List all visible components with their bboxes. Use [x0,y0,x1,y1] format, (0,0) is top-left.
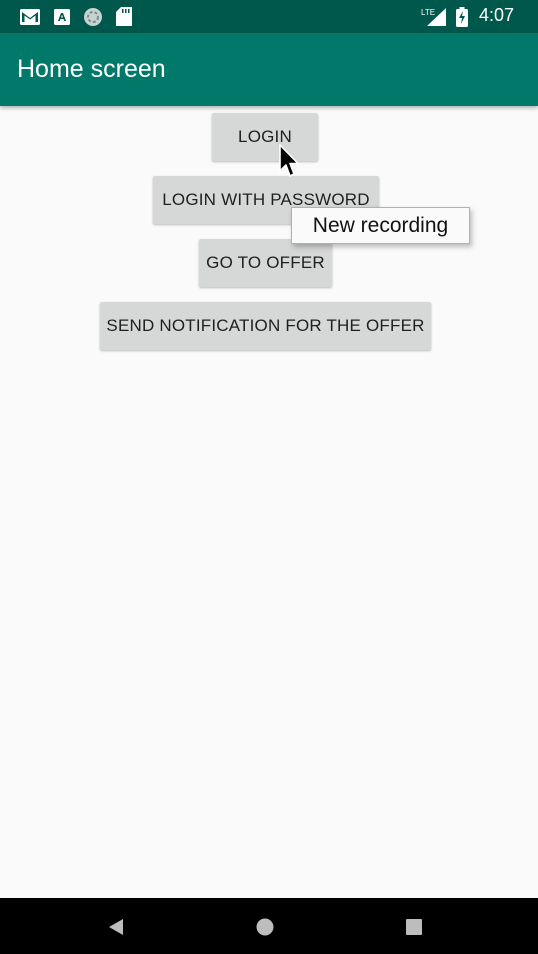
mouse-cursor-icon [279,144,301,185]
new-recording-tooltip: New recording [291,207,470,244]
gmail-icon [19,7,41,26]
home-icon[interactable] [254,916,276,938]
sync-circle-icon [82,7,104,26]
lte-label: LTE [421,8,435,17]
back-icon[interactable] [105,916,127,938]
sd-card-icon [115,7,133,26]
recents-icon[interactable] [403,916,425,938]
status-bar: LTE 4:07 [0,0,538,33]
nav-bar [0,898,538,954]
battery-charging-icon [455,6,469,27]
status-time: 4:07 [478,5,514,25]
go-to-offer-button[interactable]: GO TO OFFER [199,239,332,287]
app-title: Home screen [17,55,166,83]
app-bar: Home screen [0,33,538,106]
lte-signal-icon: LTE [421,7,447,26]
login-button[interactable]: LOGIN [212,113,318,161]
font-a-icon [53,7,71,26]
send-notification-button[interactable]: SEND NOTIFICATION FOR THE OFFER [100,302,431,350]
